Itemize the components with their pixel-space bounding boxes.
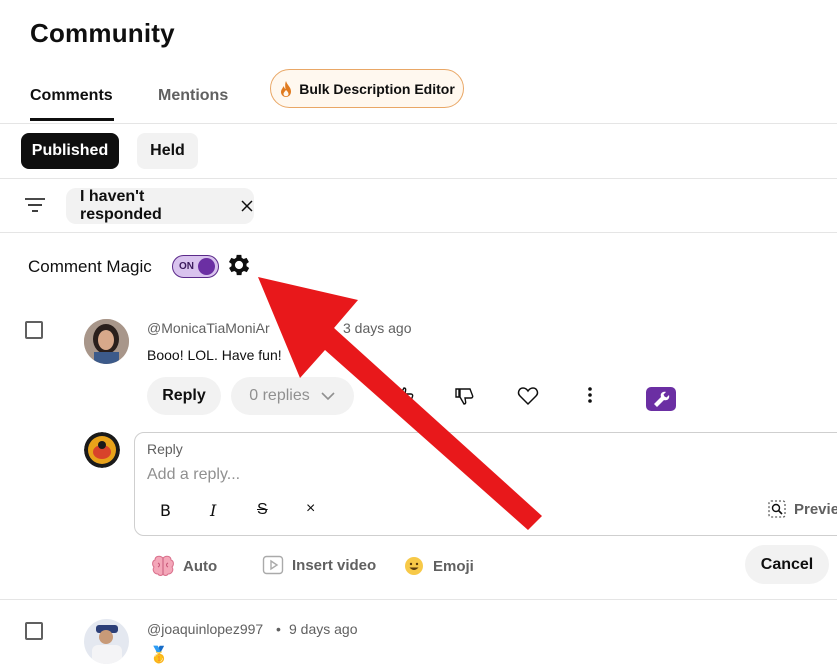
replies-dropdown[interactable]: 0 replies [231,377,354,415]
strikethrough-button[interactable]: S [257,501,268,519]
bold-button[interactable]: B [160,501,171,520]
preview-button[interactable]: Previe [768,500,837,518]
close-icon[interactable] [240,199,254,213]
filter-chip-not-responded[interactable]: I haven't responded [66,188,254,224]
like-icon[interactable] [394,386,416,406]
divider [0,599,837,600]
clear-format-button[interactable]: × [306,500,315,518]
divider [0,123,837,124]
divider [0,178,837,179]
replies-label: 0 replies [249,387,310,404]
emoji-label: Emoji [433,557,474,575]
comment-author[interactable]: @MonicaTiaMoniAr [147,320,270,336]
brain-icon [152,555,174,576]
reply-editor-label: Reply [147,441,183,457]
separator-dot: • [276,621,281,637]
avatar [84,619,129,664]
reply-input[interactable]: Add a reply... [147,466,240,484]
page-title: Community [30,18,175,48]
filter-chip-label: I haven't responded [80,188,162,223]
auto-label: Auto [183,557,218,575]
divider [0,232,837,233]
comment-time[interactable]: 3 days ago [343,320,412,336]
comment-magic-label: Comment Magic [28,257,152,276]
flame-icon [281,80,292,97]
select-comment-checkbox[interactable] [25,321,43,339]
avatar [84,319,129,364]
active-tab-indicator [30,118,114,121]
italic-button[interactable]: I [210,501,216,520]
tab-comments[interactable]: Comments [30,87,113,105]
auto-button[interactable]: Auto [151,555,217,577]
comment-text: 🥇 [149,647,169,664]
comment-magic-toggle[interactable]: ON [172,255,219,278]
preview-label: Previe [794,500,837,518]
published-chip[interactable]: Published [21,133,119,169]
chevron-down-icon [321,392,335,401]
bulk-editor-label: Bulk Description Editor [299,80,455,97]
channel-avatar [84,432,120,468]
wrench-tool-icon[interactable] [646,387,676,411]
select-comment-checkbox[interactable] [25,622,43,640]
preview-icon [768,500,786,518]
cancel-button[interactable]: Cancel [745,545,829,584]
held-chip[interactable]: Held [137,133,198,169]
toggle-state-text: ON [179,261,194,272]
bulk-description-editor-button[interactable]: Bulk Description Editor [270,69,464,108]
video-icon [262,555,284,575]
separator-dot: • [330,320,335,336]
dislike-icon[interactable] [454,386,476,406]
comment-author[interactable]: @joaquinlopez997 [147,621,263,637]
tab-mentions[interactable]: Mentions [158,87,228,105]
emoji-button[interactable]: Emoji [403,555,474,577]
toggle-knob [198,258,215,275]
insert-video-label: Insert video [292,556,377,574]
comment-text: Booo! LOL. Have fun! [147,347,282,363]
emoji-icon [405,557,423,575]
gear-icon[interactable] [225,251,253,279]
heart-icon[interactable] [517,386,539,406]
reply-button[interactable]: Reply [147,377,221,415]
comment-time[interactable]: 9 days ago [289,621,358,637]
more-options-icon[interactable] [585,385,595,405]
reply-editor[interactable] [134,432,837,536]
filter-icon[interactable] [24,196,46,214]
insert-video-button[interactable]: Insert video [262,555,376,575]
